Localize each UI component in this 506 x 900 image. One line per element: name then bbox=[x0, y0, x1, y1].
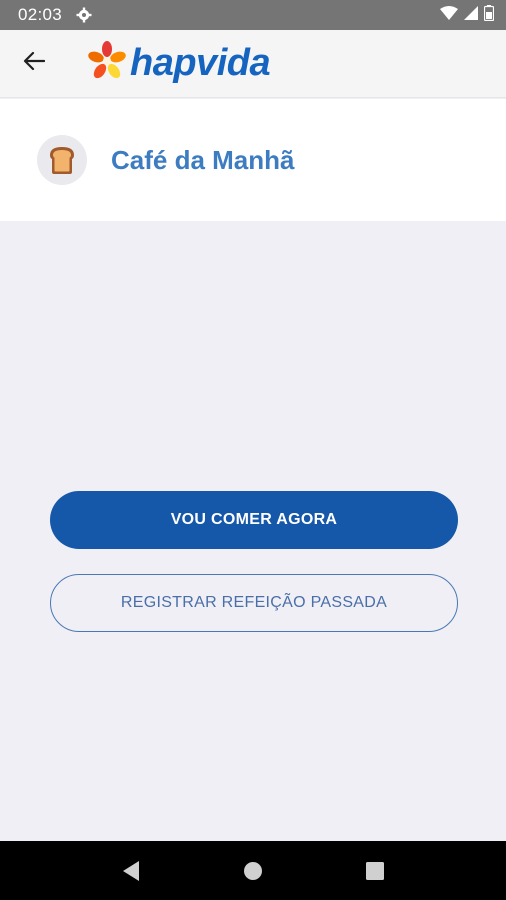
eat-now-button[interactable]: VOU COMER AGORA bbox=[50, 491, 458, 549]
status-time: 02:03 bbox=[18, 5, 63, 24]
settings-icon bbox=[76, 7, 92, 23]
back-triangle-icon[interactable] bbox=[111, 851, 151, 891]
register-past-meal-button[interactable]: REGISTRAR REFEIÇÃO PASSADA bbox=[50, 574, 458, 632]
recents-square-icon[interactable] bbox=[355, 851, 395, 891]
toast-icon bbox=[37, 135, 87, 185]
logo-text: hapvida bbox=[130, 42, 271, 84]
content-area: VOU COMER AGORA REGISTRAR REFEIÇÃO PASSA… bbox=[0, 221, 506, 841]
navigation-bar bbox=[0, 841, 506, 900]
status-bar: 02:03 bbox=[0, 0, 506, 30]
signal-icon bbox=[464, 5, 478, 25]
home-circle-icon[interactable] bbox=[233, 851, 273, 891]
app-bar: hapvida bbox=[0, 30, 506, 98]
back-button[interactable] bbox=[16, 46, 52, 82]
meal-title: Café da Manhã bbox=[111, 144, 295, 175]
battery-icon bbox=[483, 4, 495, 26]
arrow-left-icon bbox=[23, 51, 46, 76]
flower-logo-icon bbox=[86, 40, 128, 87]
wifi-icon bbox=[440, 5, 458, 25]
meal-header: Café da Manhã bbox=[0, 99, 506, 221]
hapvida-logo: hapvida bbox=[86, 40, 271, 87]
